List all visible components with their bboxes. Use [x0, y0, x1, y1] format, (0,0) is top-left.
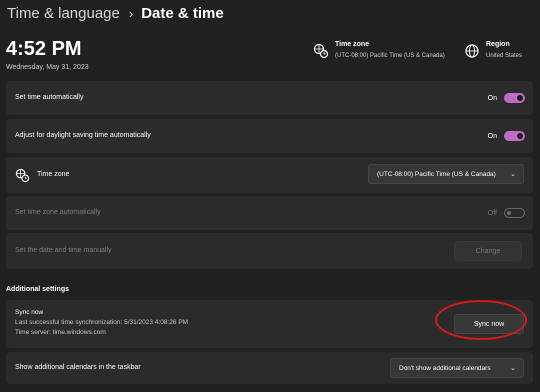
- additional-calendars-row: Show additional calendars in the taskbar…: [6, 352, 533, 384]
- breadcrumb-time-language[interactable]: Time & language: [7, 5, 120, 22]
- time-server-text: Time server: time.windows.com: [15, 329, 106, 336]
- set-time-zone-automatically-row: Set time zone automatically Off: [6, 196, 533, 230]
- timezone-info-title: Time zone: [335, 41, 370, 48]
- globe-icon: [465, 44, 479, 58]
- toggle-switch[interactable]: [504, 131, 525, 141]
- current-date: Wednesday, May 31, 2023: [6, 64, 89, 71]
- globe-clock-icon: [313, 43, 329, 59]
- annotation-circle: [435, 300, 527, 340]
- globe-clock-icon: [15, 168, 30, 183]
- daylight-saving-toggle[interactable]: On: [488, 131, 525, 141]
- chevron-down-icon: ⌄: [510, 171, 516, 178]
- sync-info: Sync now Last successful time synchroniz…: [15, 308, 188, 338]
- toggle-knob: [517, 95, 523, 101]
- toggle-state-text: Off: [487, 209, 497, 217]
- sync-now-title: Sync now: [15, 309, 44, 316]
- set-date-time-manually-row: Set the date and time manually Change: [6, 233, 533, 269]
- breadcrumb: Time & language › Date & time: [7, 3, 224, 23]
- current-time: 4:52 PM: [6, 38, 82, 60]
- region-info-value: United States: [486, 53, 523, 59]
- set-time-zone-automatically-toggle[interactable]: Off: [488, 208, 525, 218]
- chevron-down-icon: ⌄: [510, 365, 516, 372]
- toggle-state-text: On: [487, 132, 497, 140]
- timezone-info: Time zone (UTC-08:00) Pacific Time (US &…: [313, 41, 445, 59]
- daylight-saving-label: Adjust for daylight saving time automati…: [15, 132, 151, 139]
- set-time-automatically-label: Set time automatically: [15, 94, 84, 101]
- toggle-state-text: On: [487, 94, 497, 102]
- change-button[interactable]: Change: [454, 241, 522, 261]
- toggle-switch[interactable]: [504, 93, 525, 103]
- toggle-switch[interactable]: [504, 208, 525, 218]
- time-zone-selected: (UTC-08:00) Pacific Time (US & Canada): [377, 170, 496, 178]
- toggle-knob: [507, 211, 511, 215]
- last-sync-text: Last successful time synchronization: 5/…: [15, 319, 189, 326]
- additional-calendars-selected: Don't show additional calendars: [399, 364, 491, 372]
- additional-calendars-label: Show additional calendars in the taskbar: [15, 364, 141, 371]
- current-clock: 4:52 PM Wednesday, May 31, 2023: [6, 38, 89, 71]
- set-time-automatically-toggle[interactable]: On: [488, 93, 525, 103]
- set-time-zone-automatically-label: Set time zone automatically: [15, 209, 101, 216]
- region-info: Region United States: [464, 41, 522, 59]
- daylight-saving-row: Adjust for daylight saving time automati…: [6, 119, 533, 153]
- time-zone-label: Time zone: [37, 171, 70, 178]
- time-zone-dropdown[interactable]: (UTC-08:00) Pacific Time (US & Canada) ⌄: [368, 164, 524, 184]
- timezone-info-value: (UTC-08:00) Pacific Time (US & Canada): [335, 53, 445, 59]
- chevron-right-icon: ›: [128, 5, 134, 21]
- set-time-automatically-row: Set time automatically On: [6, 81, 533, 115]
- region-info-title: Region: [486, 41, 510, 48]
- page-title: Date & time: [141, 4, 224, 22]
- time-zone-row: Time zone (UTC-08:00) Pacific Time (US &…: [6, 157, 533, 193]
- set-date-time-manually-label: Set the date and time manually: [15, 247, 112, 254]
- additional-settings-heading: Additional settings: [6, 286, 69, 293]
- toggle-knob: [517, 133, 523, 139]
- additional-calendars-dropdown[interactable]: Don't show additional calendars ⌄: [390, 358, 524, 378]
